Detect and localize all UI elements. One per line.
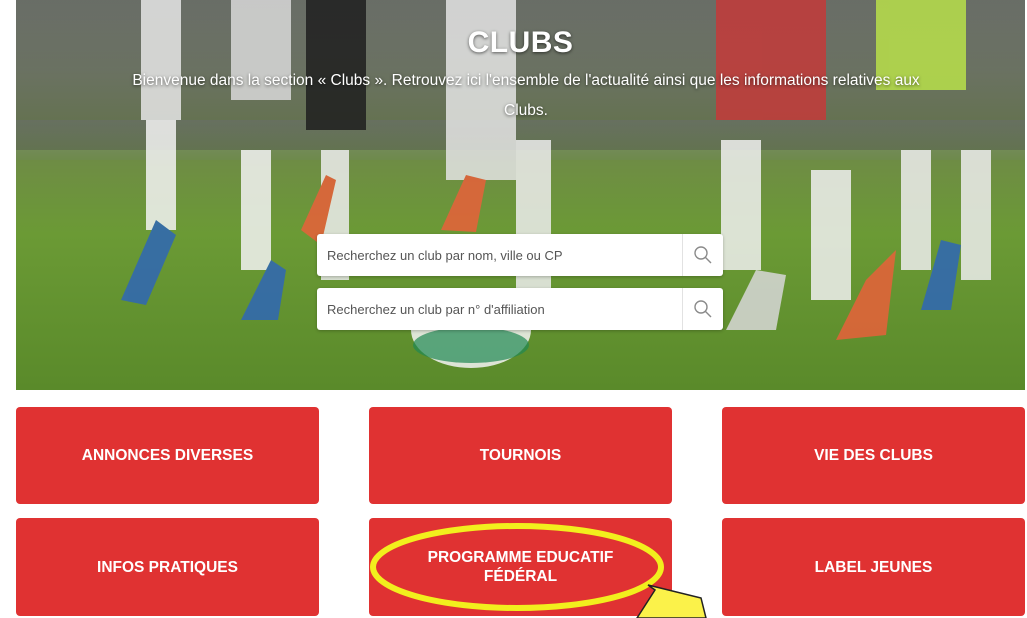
search-icon[interactable] [682,234,723,276]
tile-label: INFOS PRATIQUES [97,558,238,576]
tile-tournois[interactable]: TOURNOIS [369,407,672,504]
affiliation-search-input[interactable] [317,288,682,330]
tile-vie-des-clubs[interactable]: VIE DES CLUBS [722,407,1025,504]
club-search-by-affiliation [317,288,723,330]
tile-label: PROGRAMME EDUCATIF FÉDÉRAL [428,548,614,586]
tile-label-jeunes[interactable]: LABEL JEUNES [722,518,1025,616]
tile-label: LABEL JEUNES [814,558,933,576]
tile-label-line-1: PROGRAMME EDUCATIF [427,549,614,566]
tile-programme-educatif-federal[interactable]: PROGRAMME EDUCATIF FÉDÉRAL [369,518,672,616]
tile-annonces-diverses[interactable]: ANNONCES DIVERSES [16,407,319,504]
hero-banner: CLUBS Bienvenue dans la section « Clubs … [16,0,1025,390]
page-title: CLUBS [467,26,574,59]
tile-label: VIE DES CLUBS [814,447,933,464]
tile-label-line-2: FÉDÉRAL [483,568,558,585]
tile-label: ANNONCES DIVERSES [81,447,254,464]
page-subtitle: Bienvenue dans la section « Clubs ». Ret… [132,72,920,119]
club-search-by-name [317,234,723,276]
tile-label: TOURNOIS [479,447,562,464]
tile-infos-pratiques[interactable]: INFOS PRATIQUES [16,518,319,616]
search-icon[interactable] [682,288,723,330]
club-name-search-input[interactable] [317,234,682,276]
